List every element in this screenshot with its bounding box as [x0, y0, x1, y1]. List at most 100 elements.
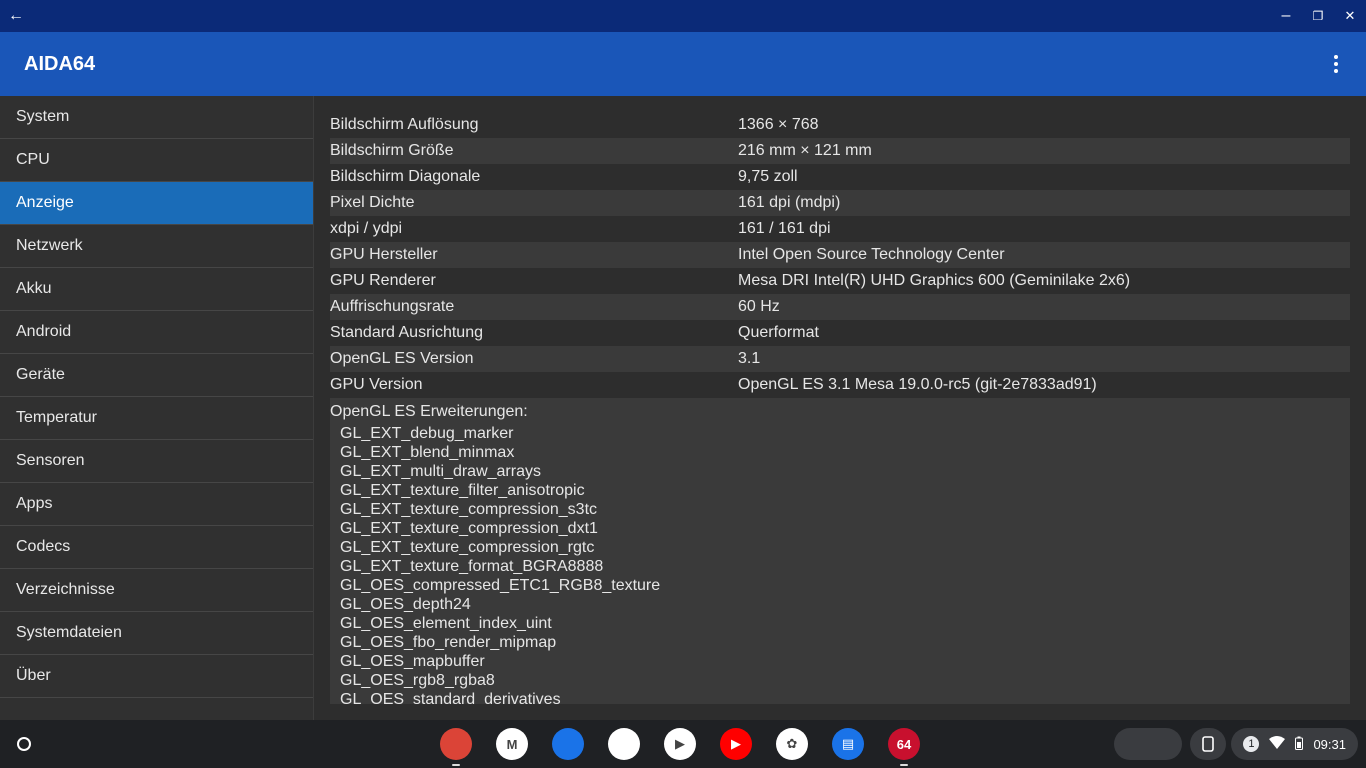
sidebar-item-akku[interactable]: Akku	[0, 268, 313, 311]
close-icon[interactable]: ✕	[1340, 6, 1360, 26]
list-item: GL_EXT_blend_minmax	[340, 444, 515, 461]
row-key: GPU Hersteller	[330, 246, 438, 263]
youtube-icon[interactable]: ▶	[720, 728, 752, 760]
row-value: 60 Hz	[738, 298, 780, 315]
list-item: GL_OES_compressed_ETC1_RGB8_texture	[340, 577, 661, 594]
row-key: GPU Renderer	[330, 272, 436, 289]
table-row: Auffrischungsrate 60 Hz	[330, 294, 1350, 320]
list-item: GL_EXT_texture_compression_s3tc	[340, 501, 598, 518]
detail-panel: Bildschirm Auflösung 1366 × 768 Bildschirm…	[314, 96, 1366, 720]
list-item: GL_EXT_texture_compression_rgtc	[340, 539, 595, 556]
row-key: Standard Ausrichtung	[330, 324, 483, 341]
notification-count-badge[interactable]: 1	[1243, 736, 1260, 752]
row-value: Mesa DRI Intel(R) UHD Graphics 600 (Gemi…	[738, 272, 1131, 289]
list-item: GL_EXT_debug_marker	[340, 425, 514, 442]
row-key: xdpi / ydpi	[330, 220, 403, 237]
list-item: GL_OES_depth24	[340, 596, 471, 613]
row-key: Pixel Dichte	[330, 194, 415, 211]
window-titlebar: ← – ❐ ✕	[0, 0, 1366, 32]
battery-icon	[1295, 736, 1304, 753]
row-key: GPU Version	[330, 376, 423, 393]
table-row: Bildschirm Größe 216 mm × 121 mm	[330, 138, 1350, 164]
running-indicator	[452, 764, 460, 766]
app-bar: AIDA64	[0, 32, 1366, 96]
sidebar-item-über[interactable]: Über	[0, 655, 313, 698]
row-value: OpenGL ES 3.1 Mesa 19.0.0-rc5 (git-2e783…	[738, 376, 1097, 393]
minimize-icon[interactable]: –	[1276, 6, 1296, 26]
sidebar-item-sensoren[interactable]: Sensoren	[0, 440, 313, 483]
sidebar-item-cpu[interactable]: CPU	[0, 139, 313, 182]
row-value: 216 mm × 121 mm	[738, 142, 872, 159]
table-row: Standard Ausrichtung Querformat	[330, 320, 1350, 346]
shelf-apps: M ▶ ▶ ✿ ▤ 64	[440, 728, 920, 766]
app-title: AIDA64	[24, 53, 96, 75]
row-value: 9,75 zoll	[738, 168, 798, 185]
list-item: GL_OES_element_index_uint	[340, 615, 552, 632]
app-icon-glyph: ▤	[841, 736, 855, 751]
row-value: 161 / 161 dpi	[738, 220, 831, 237]
list-item: GL_OES_mapbuffer	[340, 653, 485, 670]
table-row: Bildschirm Auflösung 1366 × 768	[330, 112, 1350, 138]
row-value: Intel Open Source Technology Center	[738, 246, 1005, 263]
meet-icon[interactable]	[608, 728, 640, 760]
row-key: Auffrischungsrate	[330, 298, 455, 315]
row-value: 3.1	[738, 350, 761, 367]
status-tray[interactable]: 1 09:31	[1231, 728, 1358, 760]
files-icon[interactable]	[552, 728, 584, 760]
sidebar-item-geräte[interactable]: Geräte	[0, 354, 313, 397]
list-item: GL_EXT_texture_filter_anisotropic	[340, 482, 585, 499]
sidebar-item-android[interactable]: Android	[0, 311, 313, 354]
sidebar-item-verzeichnisse[interactable]: Verzeichnisse	[0, 569, 313, 612]
row-key: OpenGL ES Version	[330, 350, 474, 367]
wifi-icon	[1269, 735, 1286, 753]
row-key: Bildschirm Größe	[330, 142, 454, 159]
detail-rows: Bildschirm Auflösung 1366 × 768 Bildschirm…	[330, 112, 1350, 398]
list-item: GL_EXT_multi_draw_arrays	[340, 463, 541, 480]
sidebar-item-system[interactable]: System	[0, 96, 313, 139]
sidebar-item-apps[interactable]: Apps	[0, 483, 313, 526]
aida64-icon[interactable]: 64	[888, 728, 920, 766]
phone-hub-icon[interactable]	[1190, 728, 1226, 760]
back-arrow-icon[interactable]: ←	[6, 6, 26, 26]
app-icon-glyph: ▶	[731, 736, 741, 751]
list-item: GL_OES_standard_derivatives	[340, 691, 561, 704]
row-key: Bildschirm Auflösung	[330, 116, 479, 133]
sidebar-item-systemdateien[interactable]: Systemdateien	[0, 612, 313, 655]
table-row: Pixel Dichte 161 dpi (mdpi)	[330, 190, 1350, 216]
shelf: M ▶ ▶ ✿ ▤ 64 1 09:31	[0, 720, 1366, 768]
restore-icon[interactable]: ❐	[1308, 6, 1328, 26]
table-row: Bildschirm Diagonale 9,75 zoll	[330, 164, 1350, 190]
launcher-icon[interactable]	[8, 728, 40, 760]
row-value: 161 dpi (mdpi)	[738, 194, 841, 211]
table-row: GPU Hersteller Intel Open Source Technolo…	[330, 242, 1350, 268]
sidebar-item-anzeige[interactable]: Anzeige	[0, 182, 313, 225]
sidebar-item-netzwerk[interactable]: Netzwerk	[0, 225, 313, 268]
table-row: GPU Version OpenGL ES 3.1 Mesa 19.0.0-rc5…	[330, 372, 1350, 398]
holding-space-icon[interactable]	[1114, 728, 1182, 760]
list-item: GL_EXT_texture_compression_dxt1	[340, 520, 598, 537]
app-icon-glyph: ✿	[786, 736, 798, 751]
sidebar-item-codecs[interactable]: Codecs	[0, 526, 313, 569]
row-value: Querformat	[738, 324, 819, 341]
list-item: GL_EXT_texture_format_BGRA8888	[340, 558, 604, 575]
sidebar: System CPU Anzeige Netzwerk Akku Android Gerät…	[0, 96, 314, 720]
app-icon-glyph: ▶	[675, 736, 685, 751]
play-store-icon[interactable]: ▶	[664, 728, 696, 760]
chrome-icon[interactable]	[440, 728, 472, 766]
table-row: OpenGL ES Version 3.1	[330, 346, 1350, 372]
app-icon-glyph: 64	[896, 736, 912, 752]
messages-icon[interactable]: ▤	[832, 728, 864, 760]
table-row: GPU Renderer Mesa DRI Intel(R) UHD Graphi…	[330, 268, 1350, 294]
gmail-icon[interactable]: M	[496, 728, 528, 760]
sidebar-item-temperatur[interactable]: Temperatur	[0, 397, 313, 440]
clock-time: 09:31	[1313, 736, 1346, 752]
list-item: GL_OES_fbo_render_mipmap	[340, 634, 557, 651]
photos-icon[interactable]: ✿	[776, 728, 808, 760]
row-value: 1366 × 768	[738, 116, 819, 133]
row-key: Bildschirm Diagonale	[330, 168, 481, 185]
extensions-heading: OpenGL ES Erweiterungen:	[330, 403, 528, 420]
list-item: GL_OES_rgb8_rgba8	[340, 672, 495, 689]
app-icon-glyph: M	[506, 736, 518, 752]
overflow-menu-icon[interactable]	[1324, 52, 1348, 76]
extensions-box[interactable]: OpenGL ES Erweiterungen: GL_EXT_debug_ma…	[330, 398, 1350, 704]
